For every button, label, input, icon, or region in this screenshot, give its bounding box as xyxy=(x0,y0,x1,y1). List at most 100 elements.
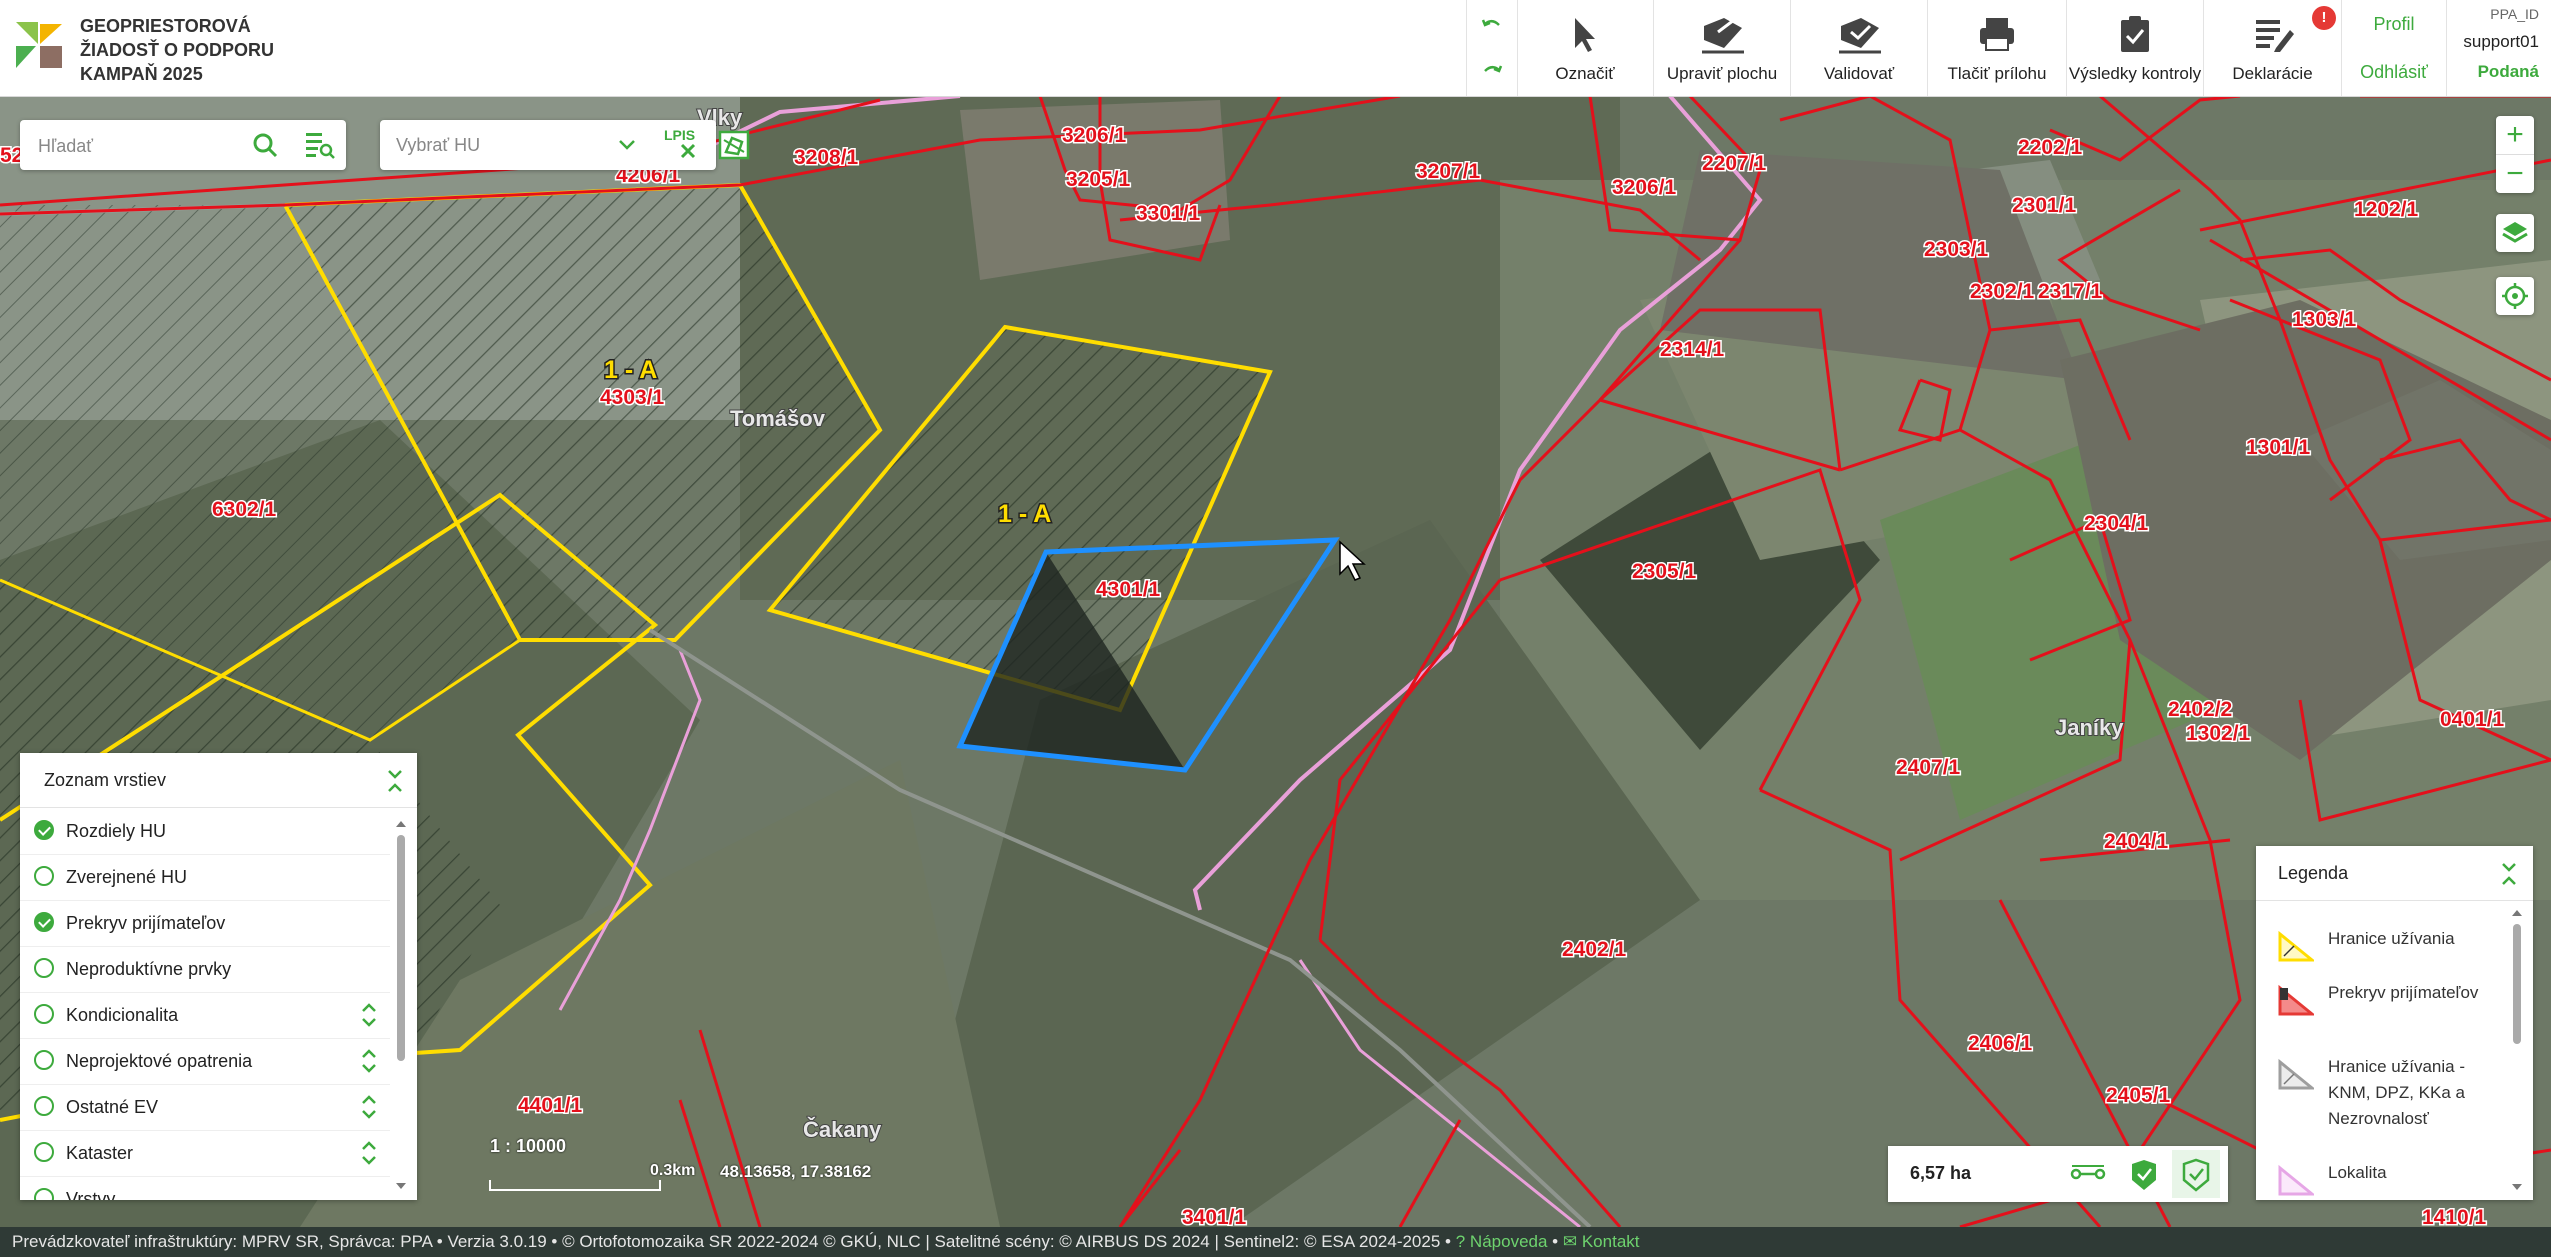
parcel-label: 2202/1 xyxy=(2018,136,2083,159)
app-title-line: GEOPRIESTOROVÁ xyxy=(80,16,251,36)
expand-icon[interactable] xyxy=(360,1138,378,1168)
measure-overlap-icon[interactable] xyxy=(2172,1150,2220,1198)
tool-label: Upraviť plochu xyxy=(1666,64,1778,83)
lpis-toggle-button[interactable]: LPIS xyxy=(664,127,700,163)
parcel-label: 2207/1 xyxy=(1702,152,1767,175)
layer-item[interactable]: Vrstvy xyxy=(20,1176,390,1200)
app-title-line: KAMPAŇ 2025 xyxy=(80,64,203,84)
tool-label: Výsledky kontroly xyxy=(2068,64,2202,83)
layer-checkbox[interactable] xyxy=(34,1142,54,1162)
parcel-label: 3401/1 xyxy=(1182,1206,1247,1227)
footer-text: Prevádzkovateľ infraštruktúry: MPRV SR, … xyxy=(12,1232,1451,1251)
place-label: Tomášov xyxy=(730,406,826,431)
map-select-icon[interactable] xyxy=(718,130,750,160)
search-list-icon[interactable] xyxy=(304,130,336,160)
layers-panel-title: Zoznam vrstiev xyxy=(44,770,167,790)
help-link[interactable]: Nápoveda xyxy=(1470,1232,1548,1251)
parcel-label: 3205/1 xyxy=(1066,168,1131,191)
layer-checkbox[interactable] xyxy=(34,866,54,886)
zoom-in-button[interactable]: + xyxy=(2496,116,2534,154)
layer-checkbox[interactable] xyxy=(34,1188,54,1200)
search-icon[interactable] xyxy=(252,132,278,158)
measure-area-icon[interactable] xyxy=(2120,1150,2168,1198)
parcel-label: 6302/1 xyxy=(212,498,277,521)
parcel-label: 2302/1 xyxy=(1970,280,2035,303)
layers-scrollbar[interactable] xyxy=(394,819,408,1191)
parcel-label: 1301/1 xyxy=(2246,436,2311,459)
layer-label: Neprojektové opatrenia xyxy=(66,1051,253,1071)
declarations-button[interactable]: Deklarácie ! xyxy=(2204,0,2342,96)
ppa-id-label: PPA_ID xyxy=(2490,6,2539,22)
mail-icon: ✉ xyxy=(1562,1232,1578,1251)
place-label: Janíky xyxy=(2055,715,2124,740)
select-tool-button[interactable]: Označiť xyxy=(1517,0,1654,96)
profile-link[interactable]: Profil xyxy=(2342,14,2446,35)
print-icon xyxy=(1980,18,2014,51)
app-title: GEOPRIESTOROVÁ ŽIADOSŤ O PODPORU KAMPAŇ … xyxy=(80,14,274,86)
legend-label: Lokalita xyxy=(2328,1163,2387,1182)
edit-area-button[interactable]: Upraviť plochu xyxy=(1654,0,1791,96)
layer-checkbox[interactable] xyxy=(34,912,54,932)
tool-label: Tlačiť prílohu xyxy=(1947,64,2047,83)
knm-boundary-icon xyxy=(2278,1058,2314,1090)
usage-boundary-icon xyxy=(2278,930,2314,962)
undo-redo-group xyxy=(1466,0,1518,96)
parcel-label: 2405/1 xyxy=(2106,1084,2171,1107)
layer-label: Kondicionalita xyxy=(66,1005,179,1025)
collapse-icon[interactable] xyxy=(386,767,404,795)
layers-panel-header[interactable]: Zoznam vrstiev xyxy=(20,753,417,808)
parcel-label: 1303/1 xyxy=(2292,308,2357,331)
collapse-icon[interactable] xyxy=(2500,860,2518,888)
layers-icon[interactable] xyxy=(2496,214,2534,252)
layer-item[interactable]: Rozdiely HU xyxy=(20,808,390,855)
parcel-label: 2402/1 xyxy=(1562,938,1627,961)
hu-select[interactable]: Vybrať HU LPIS xyxy=(380,120,716,170)
layer-item[interactable]: Neprojektové opatrenia xyxy=(20,1038,390,1085)
layer-item[interactable]: Zverejnené HU xyxy=(20,854,390,901)
layer-checkbox[interactable] xyxy=(34,1004,54,1024)
parcel-label: 4303/1 xyxy=(600,386,665,409)
print-attachment-button[interactable]: Tlačiť prílohu xyxy=(1928,0,2067,96)
expand-icon[interactable] xyxy=(360,1000,378,1030)
usage-area-label: 1 - A xyxy=(998,500,1051,528)
cursor-icon xyxy=(1575,18,1595,52)
layer-label: Ostatné EV xyxy=(66,1097,159,1117)
app-logo xyxy=(16,22,62,68)
layer-item[interactable]: Ostatné EV xyxy=(20,1084,390,1131)
legend-scrollbar[interactable] xyxy=(2510,908,2524,1192)
contact-link[interactable]: Kontakt xyxy=(1582,1232,1640,1251)
parcel-label: 2304/1 xyxy=(2084,512,2149,535)
app-header: GEOPRIESTOROVÁ ŽIADOSŤ O PODPORU KAMPAŇ … xyxy=(0,0,2551,97)
locate-icon[interactable] xyxy=(2496,277,2534,315)
parcel-label: 0401/1 xyxy=(2440,708,2505,731)
parcel-label: 2317/1 xyxy=(2038,280,2103,303)
layer-checkbox[interactable] xyxy=(34,1050,54,1070)
expand-icon[interactable] xyxy=(360,1046,378,1076)
layer-checkbox[interactable] xyxy=(34,820,54,840)
layer-item[interactable]: Prekryv prijímateľov xyxy=(20,900,390,947)
measure-distance-icon[interactable] xyxy=(2064,1150,2112,1198)
search-input[interactable] xyxy=(36,130,240,162)
legend-title: Legenda xyxy=(2278,863,2349,883)
layer-item[interactable]: Kataster xyxy=(20,1130,390,1177)
layer-checkbox[interactable] xyxy=(34,958,54,978)
expand-icon[interactable] xyxy=(360,1092,378,1122)
overlap-icon xyxy=(2278,984,2314,1016)
legend-header[interactable]: Legenda xyxy=(2256,846,2533,901)
locality-icon xyxy=(2278,1164,2314,1196)
validate-button[interactable]: Validovať xyxy=(1791,0,1928,96)
username: support01 xyxy=(2463,32,2539,51)
undo-icon[interactable] xyxy=(1480,14,1504,38)
control-results-button[interactable]: Výsledky kontroly xyxy=(2067,0,2204,96)
layer-item[interactable]: Kondicionalita xyxy=(20,992,390,1039)
close-icon xyxy=(680,143,696,159)
legend-label: Hranice užívania - KNM, DPZ, KKa a Nezro… xyxy=(2328,1057,2466,1128)
layer-checkbox[interactable] xyxy=(34,1096,54,1116)
zoom-out-button[interactable]: − xyxy=(2496,154,2534,193)
redo-icon[interactable] xyxy=(1480,60,1504,84)
parcel-label: 1302/1 xyxy=(2186,722,2251,745)
chevron-down-icon[interactable] xyxy=(618,138,636,152)
logout-link[interactable]: Odhlásiť xyxy=(2342,62,2446,83)
layer-item[interactable]: Neproduktívne prvky xyxy=(20,946,390,993)
help-icon: ? xyxy=(1455,1232,1466,1251)
